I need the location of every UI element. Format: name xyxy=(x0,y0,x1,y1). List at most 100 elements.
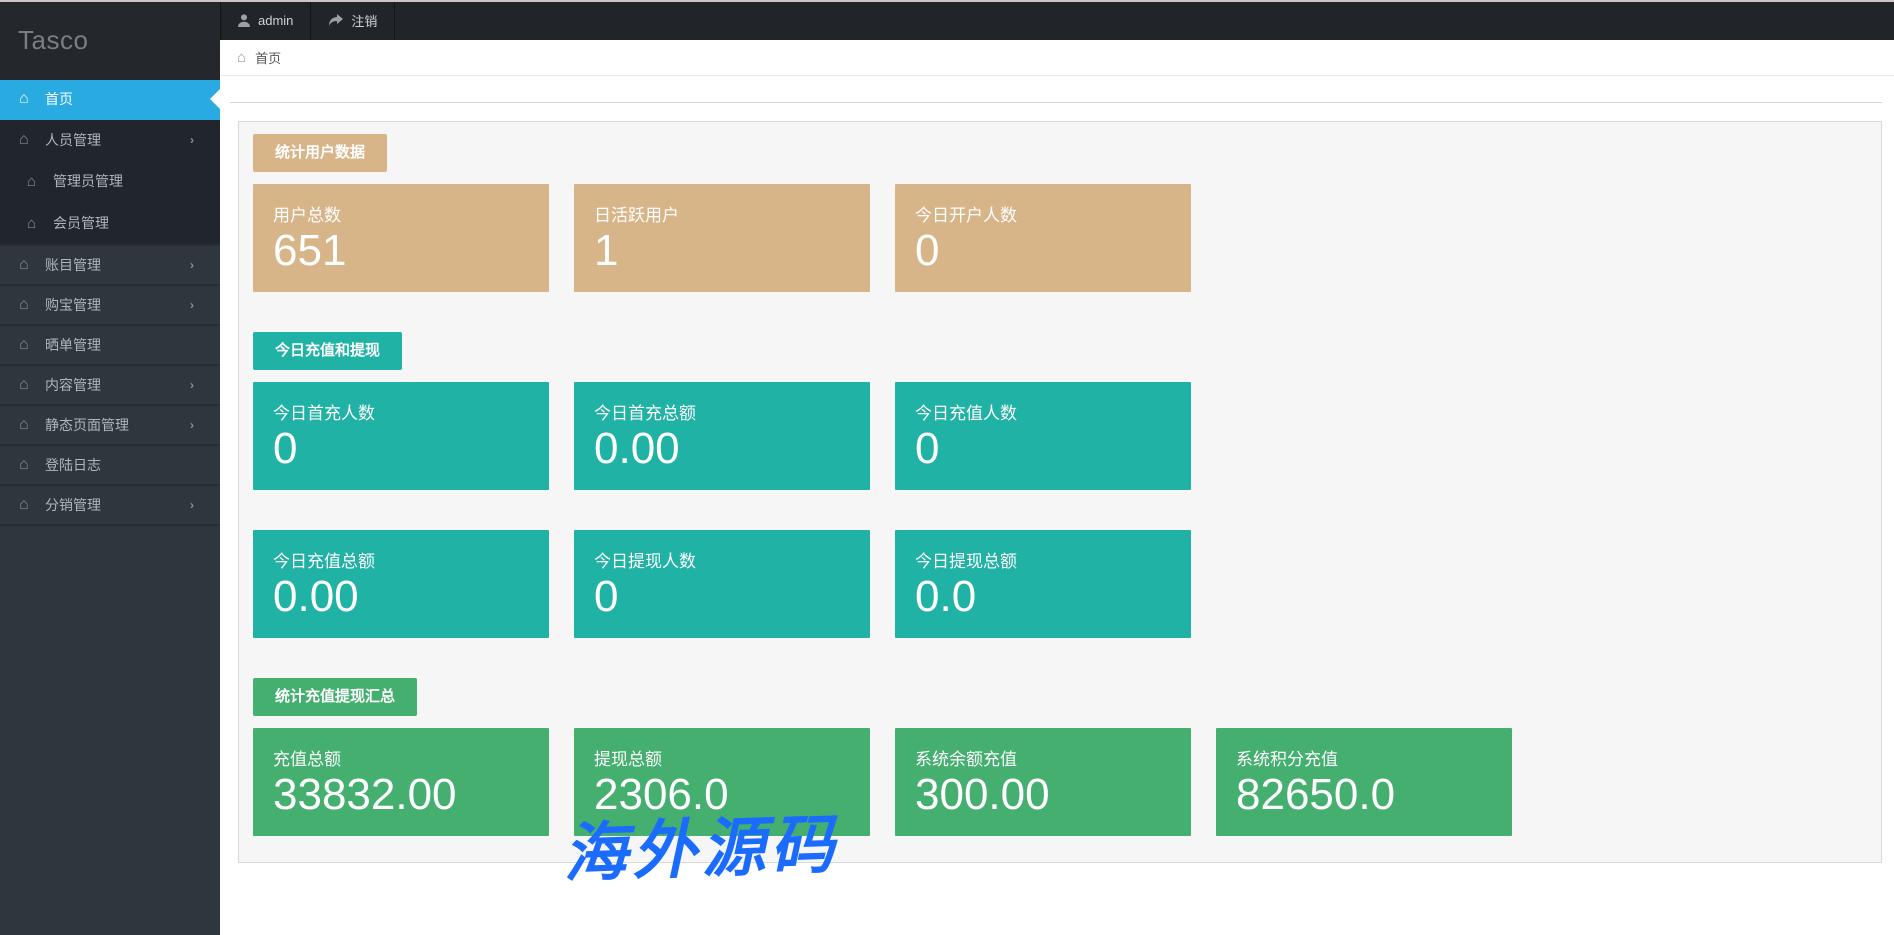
sidebar-item[interactable]: ⌂ 静态页面管理 › xyxy=(0,406,220,446)
sidebar-item-label: 人员管理 xyxy=(45,132,101,148)
browser-top-strip xyxy=(0,0,1894,2)
sidebar-subitem[interactable]: ⌂ 管理员管理 xyxy=(0,160,220,202)
sidebar-item[interactable]: ⌂ 内容管理 › xyxy=(0,366,220,406)
user-icon xyxy=(238,13,250,27)
stat-section: 统计充值提现汇总 充值总额 33832.00 提现总额 2306.0 系统余额充… xyxy=(253,678,1866,836)
brand-logo: Tasco xyxy=(0,0,220,80)
sidebar-item[interactable]: ⌂ 登陆日志 xyxy=(0,446,220,486)
sidebar-item[interactable]: ⌂ 购宝管理 › xyxy=(0,286,220,326)
stat-card-row: 用户总数 651 日活跃用户 1 今日开户人数 0 xyxy=(253,184,1866,292)
sidebar-item[interactable]: ⌂ 首页 xyxy=(0,80,220,120)
stat-card: 日活跃用户 1 xyxy=(574,184,870,292)
stat-card-value: 0.00 xyxy=(273,572,359,621)
main-area: admin 注销 ⌂ 首页 统计用户数据 用户总数 651 日活跃用户 1 今日… xyxy=(220,0,1894,935)
stat-card-value: 300.00 xyxy=(915,770,1050,819)
sidebar-item-label: 内容管理 xyxy=(45,377,101,393)
logout-icon xyxy=(328,13,344,27)
stat-card: 今日提现人数 0 xyxy=(574,530,870,638)
topbar: admin 注销 xyxy=(220,0,1894,40)
stat-card-value: 0 xyxy=(915,226,940,275)
section-title-badge: 统计用户数据 xyxy=(253,134,388,172)
sidebar-item-label: 管理员管理 xyxy=(53,173,123,189)
home-icon: ⌂ xyxy=(237,49,247,66)
home-icon: ⌂ xyxy=(27,214,37,232)
stat-card-value: 1 xyxy=(594,226,619,275)
sidebar-item-label: 晒单管理 xyxy=(45,337,101,353)
stat-card-label: 今日提现人数 xyxy=(594,552,696,571)
stat-card: 今日首充总额 0.00 xyxy=(574,382,870,490)
topbar-logout-label: 注销 xyxy=(351,13,378,29)
stat-card-label: 今日首充总额 xyxy=(594,404,696,423)
home-icon: ⌂ xyxy=(19,296,29,313)
stat-card-value: 82650.0 xyxy=(1236,770,1396,819)
content-area: 统计用户数据 用户总数 651 日活跃用户 1 今日开户人数 0 今日充值和提现… xyxy=(220,76,1894,935)
stat-card-label: 今日开户人数 xyxy=(915,206,1017,225)
stat-card-row: 今日充值总额 0.00 今日提现人数 0 今日提现总额 0.0 xyxy=(253,530,1866,638)
sidebar-item[interactable]: ⌂ 人员管理 › xyxy=(0,120,220,160)
sidebar-item-label: 静态页面管理 xyxy=(45,417,129,433)
sidebar-group: ⌂ 人员管理 › ⌂ 管理员管理 ⌂ 会员管理 xyxy=(0,120,220,246)
sidebar-item[interactable]: ⌂ 晒单管理 xyxy=(0,326,220,366)
home-icon: ⌂ xyxy=(19,416,29,433)
stat-card: 今日充值总额 0.00 xyxy=(253,530,549,638)
stat-card-value: 0 xyxy=(594,572,619,621)
stat-card-value: 0 xyxy=(915,424,940,473)
sidebar-item[interactable]: ⌂ 账目管理 › xyxy=(0,246,220,286)
content-divider xyxy=(230,102,1882,103)
stat-card: 提现总额 2306.0 xyxy=(574,728,870,836)
chevron-right-icon: › xyxy=(190,133,194,147)
stat-card-row: 充值总额 33832.00 提现总额 2306.0 系统余额充值 300.00 … xyxy=(253,728,1866,836)
stat-card-label: 系统余额充值 xyxy=(915,750,1017,769)
sidebar-subitem[interactable]: ⌂ 会员管理 xyxy=(0,202,220,244)
home-icon: ⌂ xyxy=(19,131,29,148)
home-icon: ⌂ xyxy=(27,172,37,190)
sidebar-item-label: 会员管理 xyxy=(53,215,109,231)
stat-card-value: 33832.00 xyxy=(273,770,457,819)
breadcrumb-home-link[interactable]: 首页 xyxy=(255,48,281,67)
sidebar-item-label: 账目管理 xyxy=(45,257,101,273)
sidebar-nav: ⌂ 首页 ⌂ 人员管理 › ⌂ 管理员管理 ⌂ 会员管理 ⌂ 账目管理 › ⌂ … xyxy=(0,80,220,526)
home-icon: ⌂ xyxy=(19,90,29,107)
topbar-logout-tab[interactable]: 注销 xyxy=(311,0,396,40)
stat-card: 今日提现总额 0.0 xyxy=(895,530,1191,638)
stat-card: 用户总数 651 xyxy=(253,184,549,292)
stat-card: 系统余额充值 300.00 xyxy=(895,728,1191,836)
home-icon: ⌂ xyxy=(19,336,29,353)
section-title-badge: 统计充值提现汇总 xyxy=(253,678,418,716)
stat-card: 今日开户人数 0 xyxy=(895,184,1191,292)
stat-card-label: 系统积分充值 xyxy=(1236,750,1338,769)
sidebar-item-label: 购宝管理 xyxy=(45,297,101,313)
stat-card-label: 今日提现总额 xyxy=(915,552,1017,571)
chevron-right-icon: › xyxy=(190,258,194,272)
stat-card-label: 今日首充人数 xyxy=(273,404,375,423)
stat-card-label: 今日充值总额 xyxy=(273,552,375,571)
chevron-right-icon: › xyxy=(190,378,194,392)
stat-card: 充值总额 33832.00 xyxy=(253,728,549,836)
stat-card-value: 2306.0 xyxy=(594,770,729,819)
topbar-user-tab[interactable]: admin xyxy=(220,0,312,40)
sidebar-item-label: 分销管理 xyxy=(45,497,101,513)
section-title-badge: 今日充值和提现 xyxy=(253,332,403,370)
stat-card-value: 651 xyxy=(273,226,347,275)
home-icon: ⌂ xyxy=(19,496,29,513)
stat-section: 今日充值和提现 今日首充人数 0 今日首充总额 0.00 今日充值人数 0 今日… xyxy=(253,332,1866,638)
home-icon: ⌂ xyxy=(19,256,29,273)
sidebar: Tasco ⌂ 首页 ⌂ 人员管理 › ⌂ 管理员管理 ⌂ 会员管理 ⌂ 账目管… xyxy=(0,0,220,935)
sidebar-item-label: 首页 xyxy=(45,91,73,107)
stat-card-row: 今日首充人数 0 今日首充总额 0.00 今日充值人数 0 xyxy=(253,382,1866,490)
stat-card-label: 提现总额 xyxy=(594,750,662,769)
chevron-right-icon: › xyxy=(190,418,194,432)
topbar-user-label: admin xyxy=(258,12,294,28)
sidebar-item-label: 登陆日志 xyxy=(45,457,101,473)
stat-card-label: 充值总额 xyxy=(273,750,341,769)
stat-card-value: 0.00 xyxy=(594,424,680,473)
dashboard-panel: 统计用户数据 用户总数 651 日活跃用户 1 今日开户人数 0 今日充值和提现… xyxy=(238,121,1882,863)
stat-card: 系统积分充值 82650.0 xyxy=(1216,728,1512,836)
chevron-right-icon: › xyxy=(190,498,194,512)
stat-card: 今日首充人数 0 xyxy=(253,382,549,490)
home-icon: ⌂ xyxy=(19,456,29,473)
breadcrumb: ⌂ 首页 xyxy=(220,40,1894,76)
stat-card-label: 今日充值人数 xyxy=(915,404,1017,423)
active-notch xyxy=(210,89,220,109)
sidebar-item[interactable]: ⌂ 分销管理 › xyxy=(0,486,220,526)
